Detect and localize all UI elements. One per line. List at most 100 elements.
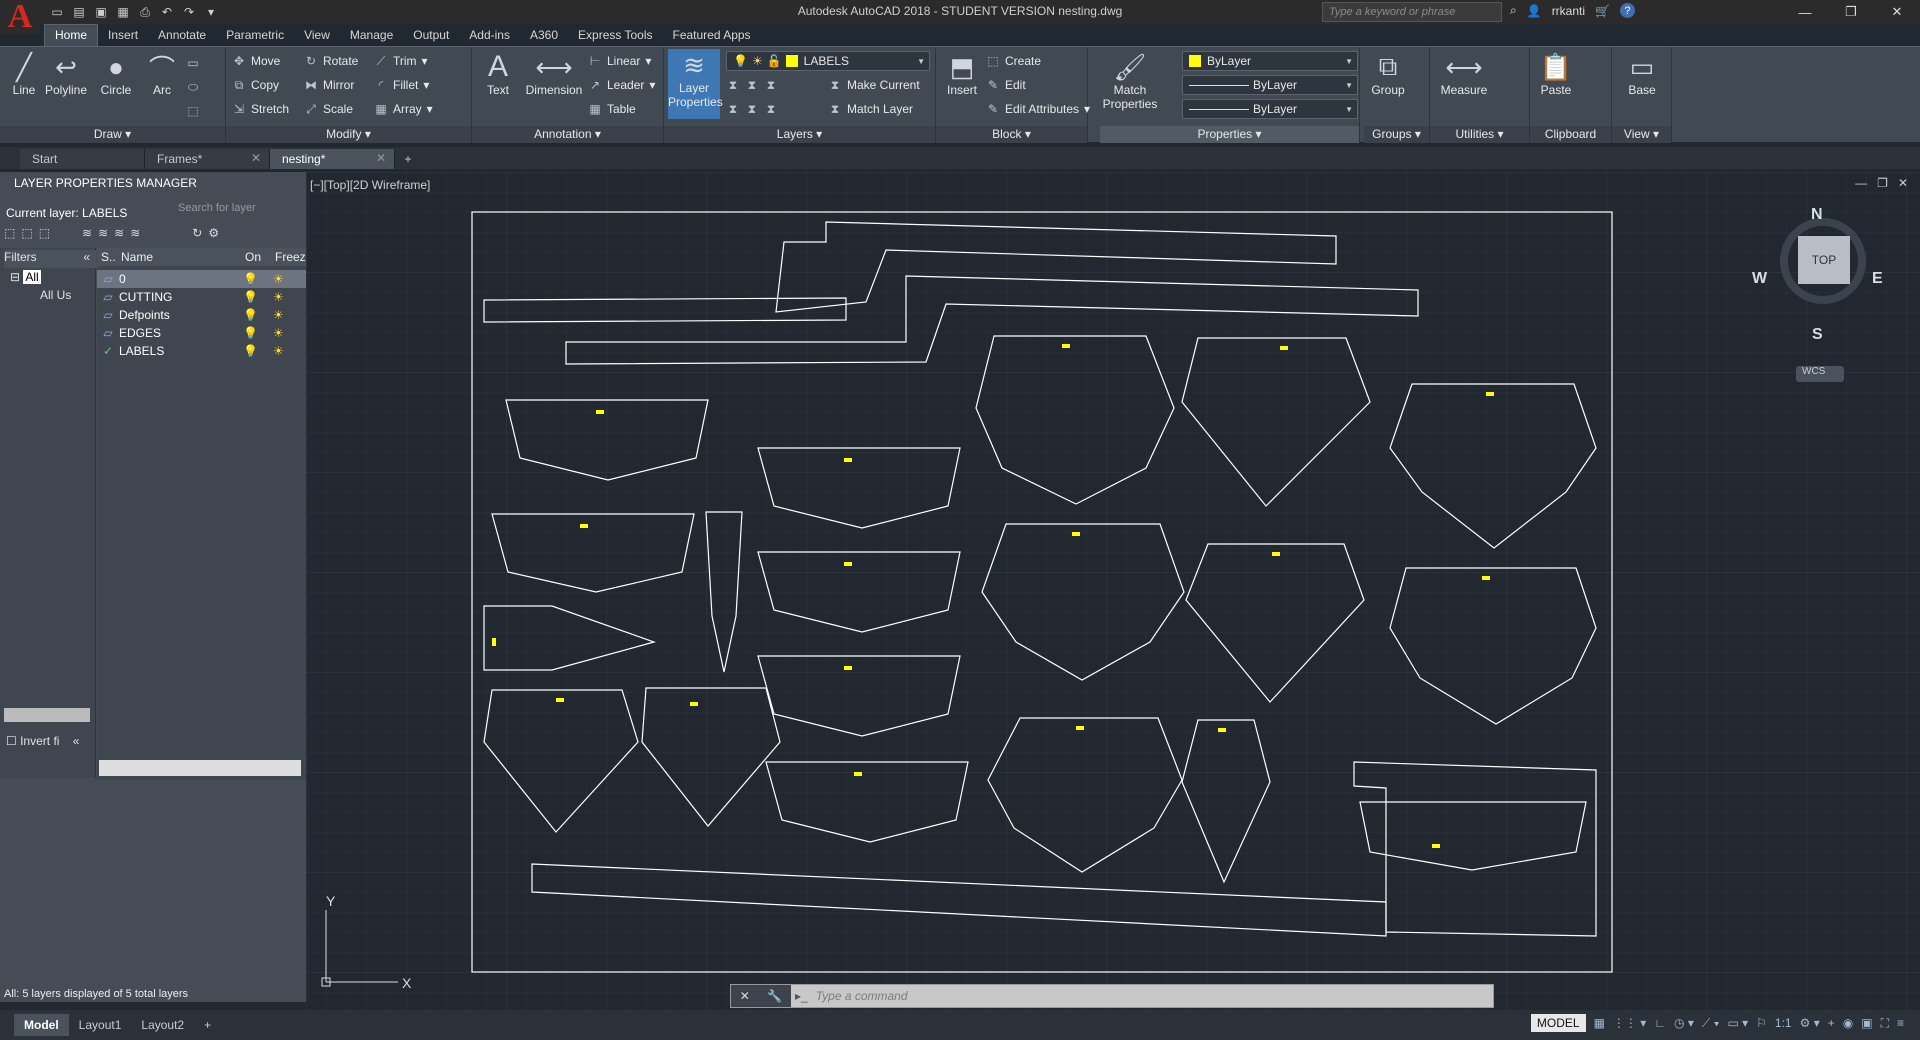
stretch-button[interactable]: ⇲ Stretch (232, 99, 289, 119)
layer-search-input[interactable]: Search for layer (178, 202, 302, 220)
isolate-icon[interactable]: ◉ (1843, 1016, 1853, 1030)
col-on[interactable]: On (245, 250, 261, 264)
col-freeze[interactable]: Freez (275, 250, 306, 264)
copy-button[interactable]: ⧉ Copy (232, 75, 279, 95)
sun-icon[interactable]: ☀ (273, 308, 284, 322)
lightbulb-icon[interactable]: 💡 (243, 344, 273, 358)
collapse-icon[interactable]: « (83, 250, 90, 264)
settings-icon[interactable]: ⚙ (208, 226, 219, 240)
polyline-button[interactable]: ↩ Polyline (44, 51, 88, 98)
help-icon[interactable]: ? (1619, 3, 1635, 18)
text-button[interactable]: A Text (476, 50, 520, 97)
ribbon-tab-view[interactable]: View (294, 25, 340, 46)
ribbon-tab-featured-apps[interactable]: Featured Apps (663, 25, 761, 46)
ribbon-tab-annotate[interactable]: Annotate (148, 25, 216, 46)
snap-icon[interactable]: ⋮⋮ ▾ (1613, 1016, 1646, 1030)
print-icon[interactable]: ⎙ (136, 3, 154, 21)
application-menu-button[interactable]: A (0, 0, 40, 34)
polar-icon[interactable]: ◷ ▾ (1674, 1016, 1694, 1030)
layer-walk-icon[interactable]: ⧗ (726, 102, 740, 117)
scale-value[interactable]: 1:1 (1775, 1016, 1792, 1030)
wrench-icon[interactable]: 🔧 (767, 989, 782, 1003)
layer-row[interactable]: ▱ 0 💡 ☀ (97, 270, 306, 288)
drawing-viewport[interactable]: Y X [−][Top][2D Wireframe] — ❐ ✕ N S E W… (306, 172, 1920, 1010)
layer-isolate-icon[interactable]: ⧗ (745, 78, 759, 93)
layer-row[interactable]: ▱ EDGES 💡 ☀ (97, 324, 306, 342)
invert-filter-checkbox[interactable]: ☐ Invert fi « (6, 734, 79, 748)
filter-scrollbar[interactable] (4, 708, 90, 722)
binoculars-icon[interactable]: ⌕ (1510, 3, 1517, 18)
edit-block-button[interactable]: ✎ Edit (986, 75, 1026, 95)
cart-icon[interactable]: 🛒 (1595, 4, 1610, 18)
ribbon-tab-output[interactable]: Output (403, 25, 459, 46)
scale-button[interactable]: ⤢ Scale (304, 99, 353, 119)
match-properties-button[interactable]: 🖌 Match Properties (1102, 51, 1158, 112)
fillet-button[interactable]: ◜ Fillet ▾ (374, 75, 430, 95)
match-layer-button[interactable]: ⧗ Match Layer (828, 99, 913, 119)
color-dropdown[interactable]: ByLayer ▼ (1182, 51, 1358, 71)
help-search-input[interactable]: Type a keyword or phrase (1322, 2, 1502, 22)
hatch-button[interactable]: ⬭ (186, 77, 200, 97)
measure-button[interactable]: ⟷ Measure (1434, 51, 1494, 98)
annotation-icon[interactable]: ⚐ (1756, 1016, 1767, 1030)
delete-layer-icon[interactable]: ≋ (114, 226, 124, 240)
new-group-filter-icon[interactable]: ⬚ (21, 226, 32, 240)
doc-tab-start[interactable]: Start (20, 149, 145, 169)
layer-row[interactable]: ✓ LABELS 💡 ☀ (97, 342, 306, 360)
lightbulb-icon[interactable]: 💡 (243, 308, 273, 322)
model-space-button[interactable]: MODEL (1530, 1014, 1586, 1032)
new-property-filter-icon[interactable]: ⬚ (4, 226, 15, 240)
user-name[interactable]: rrkanti (1552, 4, 1585, 18)
command-input[interactable]: Type a command (808, 989, 908, 1003)
layer-row[interactable]: ▱ CUTTING 💡 ☀ (97, 288, 306, 306)
layer-off-icon[interactable]: ⧗ (726, 78, 740, 93)
ribbon-tab-a360[interactable]: A360 (520, 25, 568, 46)
linear-button[interactable]: ⊢ Linear ▾ (588, 51, 652, 71)
sun-icon[interactable]: ☀ (273, 344, 284, 358)
layer-dropdown[interactable]: 💡 ☀ 🔓 LABELS ▼ (726, 51, 930, 71)
hardware-accel-icon[interactable]: ▣ (1861, 1016, 1872, 1030)
minimize-icon[interactable]: — (1782, 0, 1828, 24)
linetype-dropdown[interactable]: ByLayer ▼ (1182, 75, 1358, 95)
filter-all-used[interactable]: All Us (40, 288, 71, 302)
make-current-button[interactable]: ⧗ Make Current (828, 75, 920, 95)
collapse-icon[interactable]: « (73, 734, 80, 748)
set-current-icon[interactable]: ≋ (130, 226, 140, 240)
move-button[interactable]: ✥ Move (232, 51, 280, 71)
close-icon[interactable]: ✕ (740, 989, 750, 1003)
layout-tab-layout2[interactable]: Layout2 (131, 1014, 194, 1036)
close-tab-icon[interactable]: ✕ (251, 151, 261, 165)
ortho-icon[interactable]: ∟ (1654, 1016, 1666, 1030)
doc-tab-nesting[interactable]: nesting* ✕ (270, 149, 395, 169)
viewport-controls-label[interactable]: [−][Top][2D Wireframe] (310, 178, 430, 192)
wcs-menu[interactable]: WCS (1796, 366, 1844, 382)
open-icon[interactable]: ▤ (70, 3, 88, 21)
layer-row[interactable]: ▱ Defpoints 💡 ☀ (97, 306, 306, 324)
save-icon[interactable]: ▣ (92, 3, 110, 21)
table-button[interactable]: ▦ Table (588, 99, 635, 119)
layer-lock-icon[interactable]: ⧗ (745, 102, 759, 117)
plus-icon[interactable]: + (1828, 1016, 1835, 1030)
ribbon-tab-manage[interactable]: Manage (340, 25, 403, 46)
trim-button[interactable]: ⟋ Trim ▾ (374, 51, 428, 71)
customize-qat-icon[interactable]: ▾ (202, 3, 220, 21)
restore-icon[interactable]: ❐ (1828, 0, 1874, 24)
layer-unlock-icon[interactable]: ⧗ (764, 102, 778, 117)
refresh-icon[interactable]: ↻ (192, 226, 202, 240)
ribbon-tab-parametric[interactable]: Parametric (216, 25, 294, 46)
block-panel-title[interactable]: Block ▾ (936, 126, 1087, 143)
rectangle-button[interactable]: ▭ (186, 53, 200, 73)
layers-panel-title[interactable]: Layers ▾ (664, 126, 935, 143)
redo-icon[interactable]: ↷ (180, 3, 198, 21)
grid-icon[interactable]: ▦ (1594, 1016, 1605, 1030)
save-as-icon[interactable]: ▦ (114, 3, 132, 21)
col-name[interactable]: Name (121, 250, 153, 264)
gear-icon[interactable]: ⚙ ▾ (1800, 1016, 1820, 1030)
groups-panel-title[interactable]: Groups ▾ (1364, 126, 1429, 143)
osnap-icon[interactable]: ⟋ ▾ (1702, 1016, 1720, 1031)
modify-panel-title[interactable]: Modify ▾ (226, 126, 471, 143)
dimension-button[interactable]: ⟷ Dimension (522, 51, 586, 98)
new-layer-icon[interactable]: ≋ (82, 226, 92, 240)
leader-button[interactable]: ↗ Leader ▾ (588, 75, 655, 95)
lineweight-icon[interactable]: ▭ ▾ (1727, 1016, 1748, 1030)
